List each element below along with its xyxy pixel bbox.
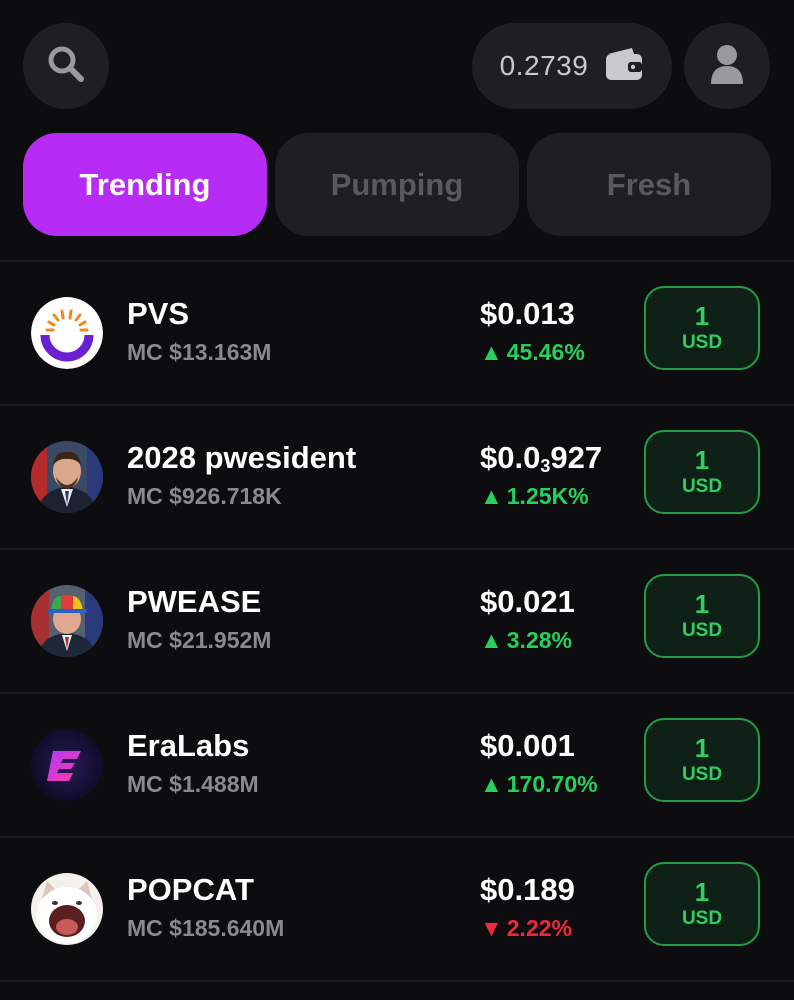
price-change: ▲ 3.28% <box>480 627 572 653</box>
profile-button[interactable] <box>684 23 770 109</box>
buy-unit: USD <box>681 620 723 641</box>
token-name: EraLabs <box>127 728 250 763</box>
arrow-up-icon: ▲ <box>480 483 503 509</box>
user-icon <box>709 44 745 89</box>
buy-unit: USD <box>681 332 723 353</box>
popcat-image <box>31 873 103 945</box>
buy-amount: 1 <box>694 301 710 331</box>
buy-amount: 1 <box>694 445 710 475</box>
price-change: ▲ 1.25K% <box>480 483 589 509</box>
market-cap: MC $926.718K <box>127 483 282 509</box>
arrow-down-icon: ▼ <box>480 915 503 941</box>
token-name: POPCAT <box>127 872 254 907</box>
market-cap: MC $185.640M <box>127 915 285 941</box>
market-cap: MC $13.163M <box>127 339 272 365</box>
token-price: $0.021 <box>480 584 575 619</box>
price-change: ▼ 2.22% <box>480 915 572 941</box>
token-row[interactable]: PVS MC $13.163M $0.013 ▲ 45.46% 1 USD <box>0 262 794 404</box>
arrow-up-icon: ▲ <box>480 771 503 797</box>
search-button[interactable] <box>23 23 109 109</box>
buy-amount: 1 <box>694 733 710 763</box>
tab-fresh[interactable]: Fresh <box>527 133 771 236</box>
buy-unit: USD <box>681 764 723 785</box>
token-name: PWEASE <box>127 584 262 619</box>
buy-amount: 1 <box>694 877 710 907</box>
pvs-logo <box>31 297 103 369</box>
wallet-icon <box>604 46 644 87</box>
filter-tabs: Trending Pumping Fresh <box>23 133 771 236</box>
token-price: $0.013 <box>480 296 575 331</box>
token-price: $0.03927 <box>480 440 603 476</box>
token-price: $0.189 <box>480 872 575 907</box>
market-cap: MC $1.488M <box>127 771 259 797</box>
wallet-balance-button[interactable]: 0.2739 <box>472 23 672 109</box>
token-row[interactable]: 2028 pwesident MC $926.718K $0.03927 ▲ 1.… <box>0 406 794 548</box>
arrow-up-icon: ▲ <box>480 627 503 653</box>
token-row[interactable]: EraLabs MC $1.488M $0.001 ▲ 170.70% 1 USD <box>0 694 794 836</box>
search-icon <box>46 44 86 89</box>
buy-button[interactable]: 1 USD <box>644 286 760 370</box>
buy-unit: USD <box>681 476 723 497</box>
market-cap: MC $21.952M <box>127 627 272 653</box>
buy-button[interactable]: 1 USD <box>644 862 760 946</box>
token-name: 2028 pwesident <box>127 440 357 475</box>
eralabs-logo <box>31 729 103 801</box>
portrait-man <box>31 441 103 513</box>
buy-button[interactable]: 1 USD <box>644 430 760 514</box>
tab-pumping[interactable]: Pumping <box>275 133 519 236</box>
divider <box>0 980 794 982</box>
buy-button[interactable]: 1 USD <box>644 574 760 658</box>
token-row[interactable]: POPCAT MC $185.640M $0.189 ▼ 2.22% 1 USD <box>0 838 794 980</box>
price-change: ▲ 45.46% <box>480 339 585 365</box>
portrait-man-cap <box>31 585 103 657</box>
buy-button[interactable]: 1 USD <box>644 718 760 802</box>
arrow-up-icon: ▲ <box>480 339 503 365</box>
token-price: $0.001 <box>480 728 575 763</box>
token-list: PVS MC $13.163M $0.013 ▲ 45.46% 1 USD 202… <box>0 260 794 982</box>
top-bar: 0.2739 <box>0 0 794 130</box>
buy-amount: 1 <box>694 589 710 619</box>
tab-trending[interactable]: Trending <box>23 133 267 236</box>
price-change: ▲ 170.70% <box>480 771 598 797</box>
token-row[interactable]: PWEASE MC $21.952M $0.021 ▲ 3.28% 1 USD <box>0 550 794 692</box>
wallet-balance: 0.2739 <box>499 50 589 81</box>
buy-unit: USD <box>681 908 723 929</box>
token-name: PVS <box>127 296 190 331</box>
